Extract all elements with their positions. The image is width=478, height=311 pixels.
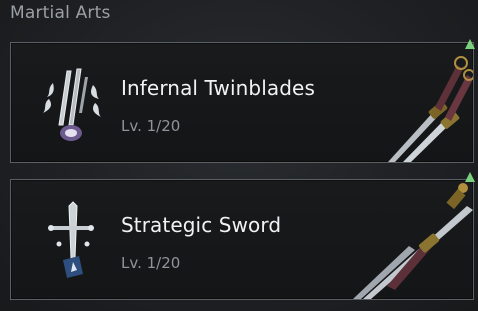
twin-swords-image [388,56,473,162]
section-title: Martial Arts [10,3,111,23]
skill-name: Infernal Twinblades [121,76,315,100]
skill-level: Lv. 1/20 [121,254,181,272]
skill-card-strategic-sword[interactable]: Strategic Sword Lv. 1/20 [10,179,474,300]
skill-level: Lv. 1/20 [121,117,181,135]
upgrade-available-arrow-icon [465,39,475,49]
twinblades-icon [43,68,101,141]
skill-name: Strategic Sword [121,213,282,237]
long-sword-image [353,183,473,299]
sword-icon [48,201,94,278]
upgrade-available-arrow-icon [465,172,475,182]
skill-card-infernal-twinblades[interactable]: Infernal Twinblades Lv. 1/20 [10,42,474,163]
